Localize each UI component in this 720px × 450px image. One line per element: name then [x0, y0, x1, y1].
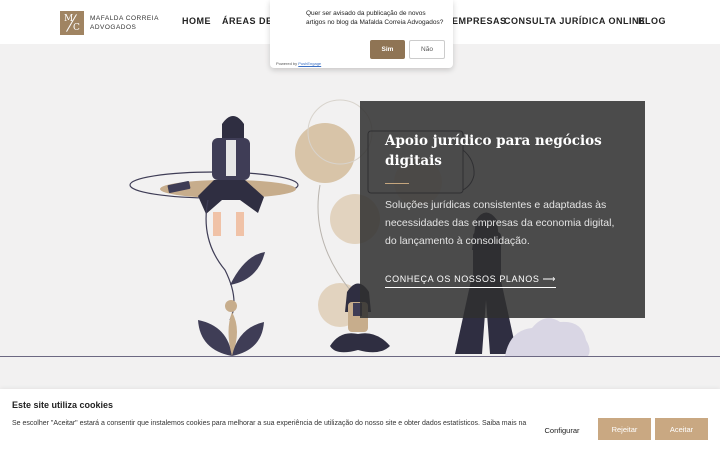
push-notification-prompt: Quer ser avisado da publicação de novos … [270, 0, 453, 68]
logo-mark: MC [60, 11, 84, 35]
hero-description: Soluções jurídicas consistentes e adapta… [385, 199, 615, 247]
cookie-text: Se escolher "Aceitar" estará a consentir… [12, 420, 527, 427]
logo-line1: MAFALDA CORREIA [90, 15, 159, 22]
nav-consulta-online[interactable]: CONSULTA JURÍDICA ONLINE [504, 16, 646, 26]
logo-text: MAFALDA CORREIA ADVOGADOS [90, 14, 159, 32]
push-message: Quer ser avisado da publicação de novos … [306, 10, 444, 26]
hero-title: Apoio jurídico para negócios digitais [385, 133, 602, 169]
page: MC MAFALDA CORREIA ADVOGADOS HOME ÁREAS … [0, 0, 720, 450]
nav-empresas[interactable]: EMPRESAS [452, 16, 507, 26]
hero-divider [385, 183, 409, 184]
cookie-banner: Este site utiliza cookies Se escolher "A… [0, 389, 720, 450]
plans-link[interactable]: CONHEÇA OS NOSSOS PLANOS ⟶ [385, 274, 557, 288]
push-yes-button[interactable]: Sim [370, 40, 405, 59]
leaf [230, 252, 265, 285]
hero-card: Apoio jurídico para negócios digitais So… [360, 101, 645, 318]
cookie-title: Este site utiliza cookies [12, 400, 114, 410]
push-powered-by: Powered by PushEngage [276, 61, 321, 66]
push-no-button[interactable]: Não [409, 40, 445, 59]
decor-circle [295, 123, 355, 183]
cookie-accept-button[interactable]: Aceitar [655, 418, 708, 440]
push-powered-prefix: Powered by [276, 61, 298, 66]
cookie-configure-button[interactable]: Configurar [530, 419, 594, 441]
leaf [232, 322, 264, 356]
cookie-reject-button[interactable]: Rejeitar [598, 418, 651, 440]
logo-line2: ADVOGADOS [90, 24, 137, 31]
push-powered-link[interactable]: PushEngage [298, 61, 321, 66]
nav-blog[interactable]: BLOG [638, 16, 666, 26]
hero-baseline [0, 356, 720, 357]
leaf [198, 320, 232, 356]
logo[interactable]: MC MAFALDA CORREIA ADVOGADOS [60, 11, 159, 35]
bush [505, 318, 590, 356]
nav-home[interactable]: HOME [182, 16, 211, 26]
